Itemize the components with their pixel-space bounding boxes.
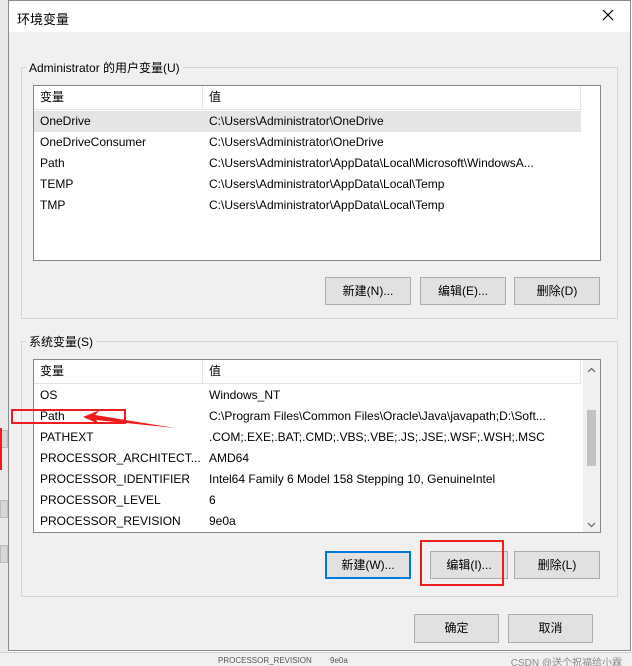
annotation-edge-mark [0, 428, 3, 470]
annotation-arrow [83, 410, 175, 428]
